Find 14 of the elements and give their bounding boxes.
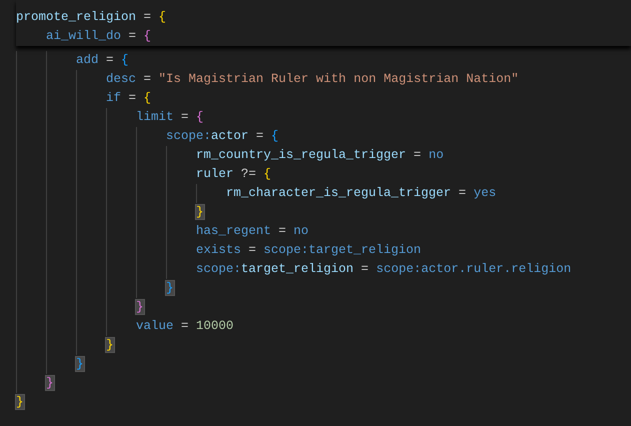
code-line: add = { bbox=[76, 52, 129, 69]
code-line: exists = scope:target_religion bbox=[196, 242, 422, 259]
code-line: promote_religion = { bbox=[16, 9, 166, 26]
code-line: has_regent = no bbox=[196, 223, 309, 240]
code-line: ruler ?= { bbox=[196, 166, 272, 183]
code-line: desc = "Is Magistrian Ruler with non Magistrian Nation" bbox=[106, 71, 519, 88]
code-line: rm_country_is_regula_trigger = no bbox=[196, 147, 444, 164]
code-line: rm_character_is_regula_trigger = yes bbox=[226, 185, 496, 202]
code-line: scope:target_religion = scope:actor.ruler.religion bbox=[196, 261, 572, 278]
code-line: ai_will_do = { bbox=[46, 28, 152, 45]
code-line: if = { bbox=[106, 90, 152, 107]
code-line: value = 10000 bbox=[136, 318, 234, 335]
code-line: limit = { bbox=[136, 109, 204, 126]
code-line: scope:actor = { bbox=[166, 128, 279, 145]
